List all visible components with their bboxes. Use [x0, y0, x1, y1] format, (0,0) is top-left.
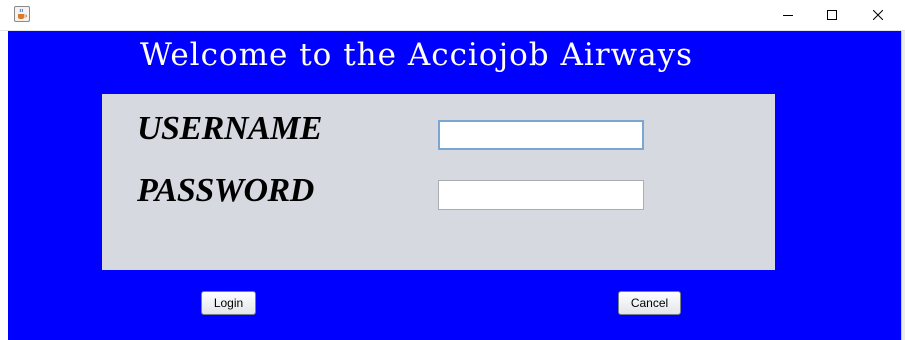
background-window-edge — [901, 31, 905, 340]
minimize-button[interactable] — [765, 0, 811, 30]
maximize-icon — [827, 10, 837, 20]
username-label: USERNAME — [137, 110, 322, 147]
login-frame: Welcome to the Acciojob Airways USERNAME… — [8, 31, 901, 340]
close-button[interactable] — [855, 0, 901, 30]
maximize-button[interactable] — [809, 0, 855, 30]
window-left-edge — [0, 31, 8, 340]
credentials-panel: USERNAME PASSWORD — [102, 94, 775, 270]
password-label: PASSWORD — [137, 172, 314, 209]
cancel-button[interactable]: Cancel — [618, 291, 681, 315]
login-button[interactable]: Login — [201, 291, 256, 315]
close-icon — [873, 10, 883, 20]
window-title-bar — [0, 0, 905, 31]
username-field[interactable] — [438, 120, 644, 150]
minimize-icon — [783, 15, 793, 16]
welcome-heading: Welcome to the Acciojob Airways — [140, 37, 694, 73]
java-cup-icon — [14, 6, 30, 22]
password-field[interactable] — [438, 180, 644, 210]
